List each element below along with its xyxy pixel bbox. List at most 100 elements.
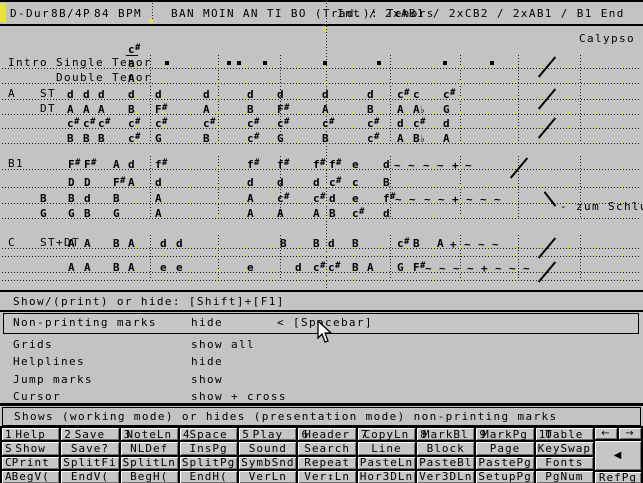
note[interactable]: c# bbox=[67, 118, 80, 131]
note[interactable]: G bbox=[68, 208, 75, 219]
note[interactable]: c# bbox=[413, 118, 426, 131]
note[interactable]: B bbox=[67, 133, 74, 144]
fkey-print[interactable]: CPrint bbox=[2, 457, 59, 469]
note[interactable]: B bbox=[313, 238, 320, 249]
note[interactable]: d bbox=[67, 89, 74, 100]
note[interactable]: c# bbox=[313, 262, 326, 275]
fkey-markpg[interactable]: 9MarkPg bbox=[476, 428, 533, 440]
fkey-block[interactable]: Block bbox=[417, 442, 474, 454]
note[interactable]: B bbox=[113, 193, 120, 204]
note[interactable]: B bbox=[40, 193, 47, 204]
note[interactable]: G bbox=[155, 133, 162, 144]
note[interactable]: d bbox=[160, 238, 167, 249]
fkey-search[interactable]: Search bbox=[298, 442, 355, 454]
note[interactable]: d bbox=[367, 89, 374, 100]
note[interactable]: c# bbox=[277, 193, 290, 206]
note[interactable]: c bbox=[352, 177, 359, 188]
note[interactable]: A bbox=[113, 159, 120, 170]
note[interactable]: c# bbox=[155, 118, 168, 131]
fkey-setuppg[interactable]: SetupPg bbox=[476, 471, 533, 483]
note[interactable]: a bbox=[128, 58, 135, 69]
note[interactable]: d bbox=[203, 89, 210, 100]
note[interactable]: e bbox=[247, 262, 254, 273]
note[interactable]: c# bbox=[247, 133, 260, 146]
note[interactable]: d bbox=[247, 89, 254, 100]
note[interactable]: G bbox=[113, 208, 120, 219]
fkey-sound[interactable]: Sound bbox=[239, 442, 296, 454]
note[interactable]: B bbox=[247, 104, 254, 115]
note[interactable]: c# bbox=[352, 208, 365, 221]
note[interactable]: d bbox=[128, 159, 135, 170]
note[interactable]: c# bbox=[128, 118, 141, 131]
note[interactable]: c# bbox=[277, 118, 290, 131]
fkey-begh[interactable]: BegH( bbox=[121, 471, 178, 483]
fkey-refpg[interactable]: RefPg bbox=[595, 472, 641, 483]
note[interactable]: f# bbox=[247, 159, 260, 172]
note[interactable]: A bbox=[67, 104, 74, 115]
note[interactable]: d bbox=[383, 208, 390, 219]
note[interactable]: d bbox=[443, 118, 450, 129]
note[interactable]: c# bbox=[98, 118, 111, 131]
note[interactable]: A bbox=[247, 193, 254, 204]
fkey-save[interactable]: Save? bbox=[61, 442, 118, 454]
note[interactable]: f# bbox=[329, 159, 342, 172]
note[interactable]: d bbox=[155, 89, 162, 100]
note[interactable]: D bbox=[68, 177, 75, 188]
note[interactable]: A bbox=[84, 262, 91, 273]
note[interactable]: F# bbox=[84, 159, 97, 172]
note[interactable]: c# bbox=[329, 177, 342, 190]
fkey-show[interactable]: SShow bbox=[2, 442, 59, 454]
note[interactable]: F# bbox=[113, 177, 126, 190]
note[interactable]: c# bbox=[397, 238, 410, 251]
note[interactable]: A bbox=[68, 238, 75, 249]
note[interactable]: A bbox=[128, 238, 135, 249]
note[interactable]: c# bbox=[313, 193, 326, 206]
fkey-help[interactable]: 1Help bbox=[2, 428, 59, 440]
note[interactable]: c# bbox=[322, 118, 335, 131]
note[interactable]: A bbox=[437, 238, 444, 249]
note[interactable]: A bbox=[83, 104, 90, 115]
note[interactable]: B bbox=[413, 238, 420, 249]
note[interactable]: A bbox=[203, 104, 210, 115]
note[interactable]: d bbox=[176, 238, 183, 249]
fkey-pasteln[interactable]: PasteLn bbox=[358, 457, 415, 469]
note[interactable]: d bbox=[329, 193, 336, 204]
fkey-line[interactable]: Line bbox=[358, 442, 415, 454]
note[interactable]: d bbox=[98, 89, 105, 100]
note[interactable]: F# bbox=[68, 159, 81, 172]
note[interactable]: B bbox=[322, 133, 329, 144]
scroll-left-button[interactable]: ← bbox=[595, 428, 617, 439]
note[interactable]: B bbox=[352, 238, 359, 249]
note[interactable]: f# bbox=[313, 159, 326, 172]
note[interactable]: c# bbox=[128, 133, 141, 146]
note[interactable]: c# bbox=[367, 118, 380, 131]
note[interactable]: A bbox=[322, 104, 329, 115]
fkey-keyswap[interactable]: KeySwap bbox=[536, 442, 593, 454]
fkey-endv[interactable]: EndV( bbox=[61, 471, 118, 483]
note[interactable]: A bbox=[397, 104, 404, 115]
note[interactable]: B bbox=[383, 177, 390, 188]
note[interactable]: c# bbox=[247, 118, 260, 131]
note[interactable]: A bbox=[98, 104, 105, 115]
note[interactable]: d bbox=[383, 159, 390, 170]
note[interactable]: B♭ bbox=[413, 133, 425, 145]
fkey-noteln[interactable]: 3NoteLn bbox=[121, 428, 178, 440]
note[interactable]: B bbox=[128, 104, 135, 115]
fkey-verln[interactable]: Ver↕Ln bbox=[298, 471, 355, 483]
note[interactable]: d bbox=[397, 118, 404, 129]
note[interactable]: f# bbox=[277, 159, 290, 172]
note[interactable]: d bbox=[277, 89, 284, 100]
fkey-splitln[interactable]: SplitLn bbox=[121, 457, 178, 469]
note[interactable]: d bbox=[128, 89, 135, 100]
fkey-table[interactable]: 10Table bbox=[536, 428, 593, 440]
note[interactable]: B bbox=[113, 238, 120, 249]
note[interactable]: B bbox=[367, 104, 374, 115]
note[interactable]: c# bbox=[328, 262, 341, 275]
back-button[interactable]: ◀ bbox=[595, 441, 641, 470]
note[interactable]: d bbox=[313, 177, 320, 188]
fkey-header[interactable]: 6Header bbox=[298, 428, 355, 440]
note[interactable]: B bbox=[68, 193, 75, 204]
fkey-pastepg[interactable]: PastePg bbox=[476, 457, 533, 469]
note[interactable]: G bbox=[443, 104, 450, 115]
note[interactable]: A bbox=[128, 262, 135, 273]
